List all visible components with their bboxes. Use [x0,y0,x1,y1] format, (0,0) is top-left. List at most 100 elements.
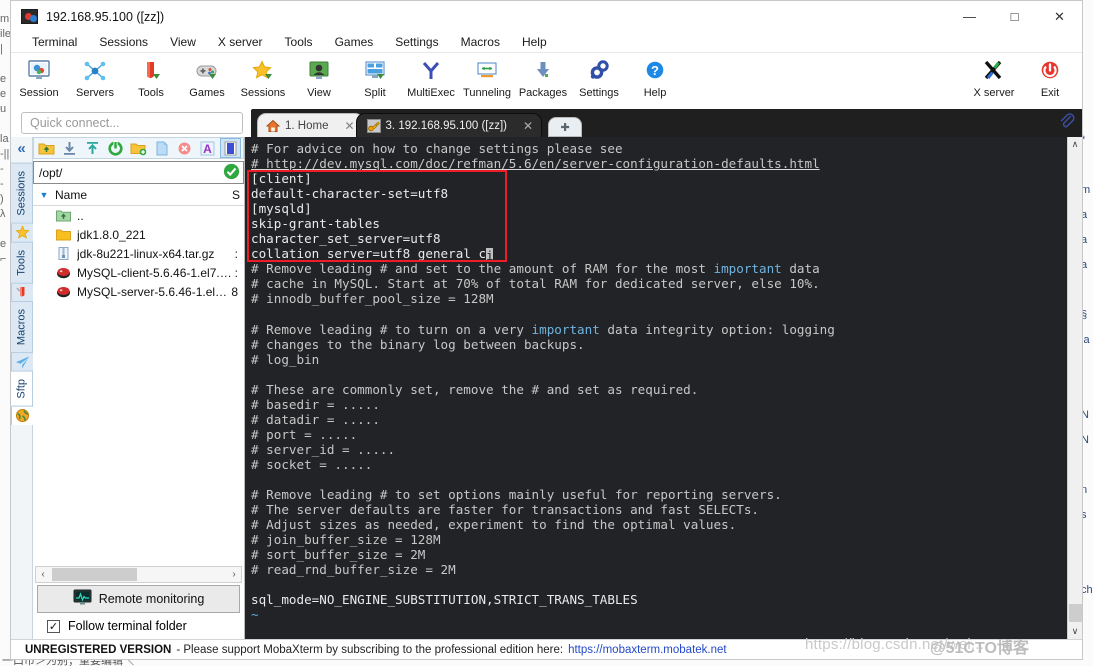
toolbar-button-settings[interactable]: Settings [571,55,627,99]
upload-icon[interactable] [82,138,103,158]
terminal-text: # The server defaults are faster for tra… [251,502,759,518]
sort-arrow-icon[interactable]: ▼ [33,190,55,200]
refresh-icon[interactable] [105,138,126,158]
menu-bar: Terminal Sessions View X server Tools Ga… [11,32,1082,53]
multiexec-icon [419,58,443,84]
scroll-left-arrow[interactable]: ‹ [36,569,50,580]
paper-plane-icon [10,353,33,372]
maximize-button[interactable]: □ [992,1,1037,32]
minimize-button[interactable]: — [947,1,992,32]
scroll-down-arrow[interactable]: ∨ [1072,624,1079,639]
toolbar-label: Tools [138,87,164,99]
quick-connect-input[interactable]: Quick connect... [21,112,243,134]
file-name: .. [77,208,84,223]
menu-help[interactable]: Help [511,33,558,51]
menu-tools[interactable]: Tools [274,33,324,51]
scroll-thumb[interactable] [1068,604,1082,622]
menu-x-server[interactable]: X server [207,33,274,51]
toolbar-label: Games [189,87,225,99]
menu-macros[interactable]: Macros [450,33,511,51]
binary-mode-icon[interactable] [219,138,241,158]
new-tab-button[interactable]: ✚ [548,117,583,137]
tab-close-icon[interactable]: ✕ [344,119,354,133]
scroll-up-arrow[interactable]: ∧ [1072,137,1079,152]
toolbar-button-games[interactable]: Games [179,55,235,99]
scroll-thumb[interactable] [52,568,137,581]
terminal-text: # server_id = ..... [251,441,396,457]
menu-sessions[interactable]: Sessions [88,33,159,51]
window-title: 192.168.95.100 ([zz]) [46,9,165,24]
terminal-line: # The server defaults are faster for tra… [251,502,1067,517]
terminal-text: important [531,321,600,337]
list-item[interactable]: jdk-8u221-linux-x64.tar.gz : [33,244,244,263]
mobaxterm-window: 192.168.95.100 ([zz]) — □ ✕ Terminal Ses… [10,0,1083,660]
download-icon[interactable] [59,138,80,158]
app-icon [21,9,38,24]
tab-close-icon[interactable]: ✕ [523,119,533,133]
toolbar-button-sessions[interactable]: Sessions [235,55,291,99]
tab-ssh-session[interactable]: 3. 192.168.95.100 ([zz]) ✕ [355,113,543,137]
toolbar-label: Packages [518,87,568,99]
menu-settings[interactable]: Settings [384,33,449,51]
terminal-text: ~ [251,607,259,623]
rpm-icon [55,265,72,280]
menu-terminal[interactable]: Terminal [21,33,88,51]
sftp-file-list[interactable]: .. jdk1.8.0_221 jdk-8u221-linux-x64.tar.… [33,206,244,566]
list-item[interactable]: MySQL-server-5.6.46-1.el7.x... 8 [33,282,244,301]
title-bar: 192.168.95.100 ([zz]) — □ ✕ [11,1,1082,32]
terminal-line: # server_id = ..... [251,442,1067,457]
toolbar-button-packages[interactable]: Packages [515,55,571,99]
sidebar-item-tools[interactable]: Tools [10,241,33,284]
toolbar-button-view[interactable]: View [291,55,347,99]
toolbar-button-x-server[interactable]: X server [966,55,1022,99]
menu-view[interactable]: View [159,33,207,51]
green-check-icon[interactable] [223,163,240,183]
tab-home[interactable]: 1. Home ✕ [257,113,364,137]
terminal-output[interactable]: # For advice on how to change settings p… [245,137,1067,639]
remote-monitoring-button[interactable]: Remote monitoring [37,585,240,613]
status-link[interactable]: https://mobaxterm.mobatek.net [568,644,727,656]
new-file-icon[interactable] [151,138,172,158]
sidebar-item-macros[interactable]: Macros [10,301,33,354]
sidebar-item-sessions[interactable]: Sessions [10,163,33,224]
terminal-line: # Adjust sizes as needed, experiment to … [251,517,1067,532]
terminal-vertical-scrollbar[interactable]: ∧ ∨ [1067,137,1082,639]
rpm-icon [55,284,72,299]
paperclip-icon[interactable] [1059,112,1075,134]
toolbar-button-tools[interactable]: Tools [123,55,179,99]
sftp-toolbar: A [33,137,244,159]
help-icon: ? [643,58,667,84]
text-mode-icon[interactable]: A [197,138,218,158]
new-folder-icon[interactable] [128,138,149,158]
sftp-path-input[interactable]: /opt/ [33,161,244,184]
terminal-text: sql_mode=NO_ENGINE_SUBSTITUTION,STRICT_T… [251,592,638,608]
list-item[interactable]: .. [33,206,244,225]
toolbar-button-servers[interactable]: Servers [67,55,123,99]
toolbar-button-exit[interactable]: Exit [1022,55,1078,99]
toolbar-button-tunneling[interactable]: Tunneling [459,55,515,99]
toolbar-button-session[interactable]: Session [11,55,67,99]
sftp-horizontal-scrollbar[interactable]: ‹ › [35,566,242,583]
toolbar-button-help[interactable]: ? Help [627,55,683,99]
collapse-sidebar-button[interactable]: « [17,137,25,163]
parent-folder-icon[interactable] [36,138,57,158]
terminal-text: # basedir = ..... [251,396,380,412]
list-item[interactable]: jdk1.8.0_221 [33,225,244,244]
delete-icon[interactable] [174,138,195,158]
scroll-right-arrow[interactable]: › [227,569,241,580]
list-item[interactable]: MySQL-client-5.6.46-1.el7.x8... : [33,263,244,282]
column-header-name[interactable]: Name [55,188,87,202]
menu-games[interactable]: Games [324,33,385,51]
file-name: jdk-8u221-linux-x64.tar.gz [77,246,215,261]
sidebar-item-sftp[interactable]: Sftp [10,371,33,407]
swiss-knife-icon [10,283,33,302]
toolbar-button-split[interactable]: Split [347,55,403,99]
column-header-size[interactable]: S [232,188,240,202]
follow-terminal-folder-row[interactable]: ✓ Follow terminal folder [33,613,244,639]
toolbar-button-multiexec[interactable]: MultiExec [403,55,459,99]
terminal-text: # http://dev.mysql.com/doc/refman/5.6/en… [251,156,820,172]
close-button[interactable]: ✕ [1037,1,1082,32]
follow-terminal-checkbox[interactable]: ✓ [47,619,60,633]
